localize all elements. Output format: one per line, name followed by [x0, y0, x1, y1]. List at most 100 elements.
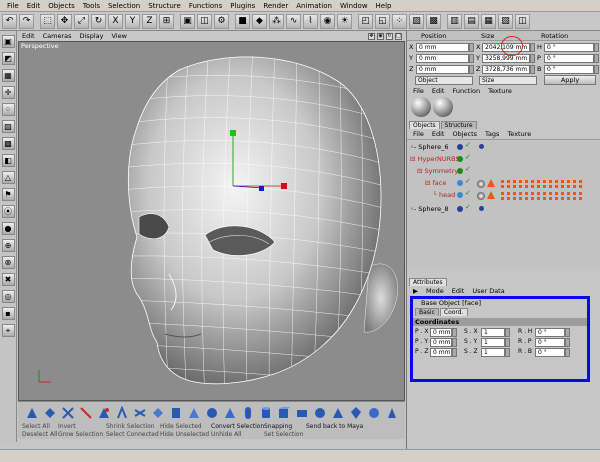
capsule-icon[interactable]: [242, 406, 254, 420]
shape-icon-8[interactable]: [152, 406, 164, 420]
menu-structure[interactable]: Structure: [144, 2, 185, 10]
figure-icon[interactable]: [368, 406, 380, 420]
set-selection-command[interactable]: Set Selection: [264, 431, 306, 438]
attr-sx-spinner[interactable]: [505, 328, 510, 337]
edges-mode-icon[interactable]: ▨: [1, 120, 15, 133]
object-axis-icon[interactable]: ✛: [1, 86, 15, 99]
make-editable-icon[interactable]: ▣: [1, 35, 15, 48]
rotation-p-spinner[interactable]: [594, 54, 599, 63]
subtab-coord[interactable]: Coord.: [439, 308, 468, 316]
grid-icon[interactable]: ⊕: [1, 239, 15, 252]
viewport-menu-edit[interactable]: Edit: [18, 32, 39, 40]
shape-icon-2[interactable]: [44, 406, 56, 420]
coord-mode-dropdown[interactable]: Object: [415, 76, 473, 85]
polygons-mode-icon[interactable]: ▩: [1, 137, 15, 150]
cube-prim-icon[interactable]: [278, 406, 290, 420]
cube-icon[interactable]: ■: [235, 13, 250, 29]
position-z-field[interactable]: 0 mm: [416, 65, 469, 74]
workplane-icon[interactable]: ⊗: [1, 256, 15, 269]
tweak-mode-icon[interactable]: ⚑: [1, 188, 15, 201]
attributes-menu-user-data[interactable]: User Data: [468, 287, 508, 295]
rotation-p-field[interactable]: 0 °: [544, 54, 594, 63]
material-tag-icon[interactable]: [477, 192, 485, 200]
render-picture-viewer-icon[interactable]: ◫: [197, 13, 212, 29]
position-y-field[interactable]: 0 mm: [416, 54, 469, 63]
attr-sy-spinner[interactable]: [505, 338, 510, 347]
use-model-tool-icon[interactable]: ◰: [358, 13, 373, 29]
attr-px-field[interactable]: 0 mm: [430, 328, 452, 337]
rotation-h-spinner[interactable]: [594, 43, 599, 52]
size-y-field[interactable]: 3258,999 mm: [482, 54, 530, 63]
points-icon[interactable]: ⁘: [392, 13, 407, 29]
material-menu-function[interactable]: Function: [448, 87, 484, 95]
attributes-menu-mode[interactable]: Mode: [422, 287, 448, 295]
layout-4-icon[interactable]: ▧: [498, 13, 513, 29]
viewport-maximize-icon[interactable]: □: [395, 32, 402, 40]
shape-icon-11[interactable]: [206, 406, 218, 420]
coordinate-icon[interactable]: ⌖: [1, 324, 15, 337]
material-tag-icon[interactable]: [477, 180, 485, 188]
tweak-icon[interactable]: ◫: [515, 13, 530, 29]
texture-tag-icon[interactable]: [479, 144, 484, 149]
viewport-move-icon[interactable]: ✥: [368, 32, 375, 40]
convert-selection-command[interactable]: Convert Selection: [211, 423, 264, 430]
platonic-icon[interactable]: [350, 406, 362, 420]
deformer-icon[interactable]: ⌇: [303, 13, 318, 29]
cone-icon[interactable]: [224, 406, 236, 420]
position-x-spinner[interactable]: [469, 43, 474, 52]
attr-pz-spinner[interactable]: [452, 348, 457, 357]
material-swatch-1[interactable]: [411, 97, 431, 117]
menu-window[interactable]: Window: [336, 2, 372, 10]
snapping-command[interactable]: Snapping: [264, 423, 306, 430]
move-icon[interactable]: ✥: [57, 13, 72, 29]
shape-icon-1[interactable]: [26, 406, 38, 420]
layout-1-icon[interactable]: ▥: [447, 13, 462, 29]
object-row-symmetry[interactable]: ⊟ Symmetry: [417, 167, 458, 175]
material-menu-file[interactable]: File: [409, 87, 428, 95]
rotation-b-field[interactable]: 0 °: [544, 65, 594, 74]
attr-sz-spinner[interactable]: [505, 348, 510, 357]
rotation-b-spinner[interactable]: [594, 65, 599, 74]
object-row-sphere8[interactable]: ◦- Sphere_8: [410, 205, 449, 213]
light-icon[interactable]: ☀: [337, 13, 352, 29]
select-connected-command[interactable]: Select Connected: [106, 431, 160, 438]
object-row-hypernurbs[interactable]: ⊟ HyperNURBS: [410, 155, 460, 163]
shrink-selection-command[interactable]: Shrink Selection: [106, 423, 160, 430]
attributes-menu-edit[interactable]: Edit: [448, 287, 469, 295]
object-row-head[interactable]: └ head: [433, 191, 455, 199]
polygons-icon[interactable]: ▩: [426, 13, 441, 29]
viewport-rotate-icon[interactable]: ↻: [386, 32, 393, 40]
menu-objects[interactable]: Objects: [44, 2, 78, 10]
shape-icon-3[interactable]: [62, 406, 74, 420]
edges-icon[interactable]: ▨: [409, 13, 424, 29]
grow-selection-command[interactable]: Grow Selection: [58, 431, 106, 438]
menu-edit[interactable]: Edit: [23, 2, 45, 10]
object-row-face[interactable]: ⊟ face: [425, 179, 446, 187]
model-tool-icon[interactable]: ◩: [1, 52, 15, 65]
object-row-sphere6[interactable]: ◦- Sphere_6: [410, 143, 449, 151]
snap-icon[interactable]: ⦿: [1, 205, 15, 218]
render-view-icon[interactable]: ▣: [180, 13, 195, 29]
subtab-basic[interactable]: Basic: [415, 308, 439, 316]
position-y-spinner[interactable]: [469, 54, 474, 63]
send-back-to-maya-command[interactable]: Send back to Maya: [306, 423, 376, 430]
size-y-spinner[interactable]: [530, 54, 535, 63]
visible-check-icon[interactable]: ✓: [465, 189, 471, 197]
attr-rb-spinner[interactable]: [565, 348, 570, 357]
z-axis-icon[interactable]: Z: [142, 13, 157, 29]
visible-check-icon[interactable]: ✓: [465, 177, 471, 185]
deselect-all-command[interactable]: Deselect All: [22, 431, 58, 438]
visible-check-icon[interactable]: ✓: [465, 141, 471, 149]
attr-rh-field[interactable]: 0 °: [535, 328, 565, 337]
viewport-menu-view[interactable]: View: [107, 32, 130, 40]
hide-selected-command[interactable]: Hide Selected: [160, 423, 211, 430]
sphere-prim-icon[interactable]: [314, 406, 326, 420]
attr-rb-field[interactable]: 0 °: [535, 348, 565, 357]
attr-sz-field[interactable]: 1: [481, 348, 505, 357]
pyramid-icon[interactable]: [332, 406, 344, 420]
attr-px-spinner[interactable]: [452, 328, 457, 337]
layout-3-icon[interactable]: ▦: [481, 13, 496, 29]
attributes-menu-arrow-icon[interactable]: ▶: [409, 287, 422, 295]
visible-check-icon[interactable]: ✓: [465, 153, 471, 161]
attr-rp-spinner[interactable]: [565, 338, 570, 347]
